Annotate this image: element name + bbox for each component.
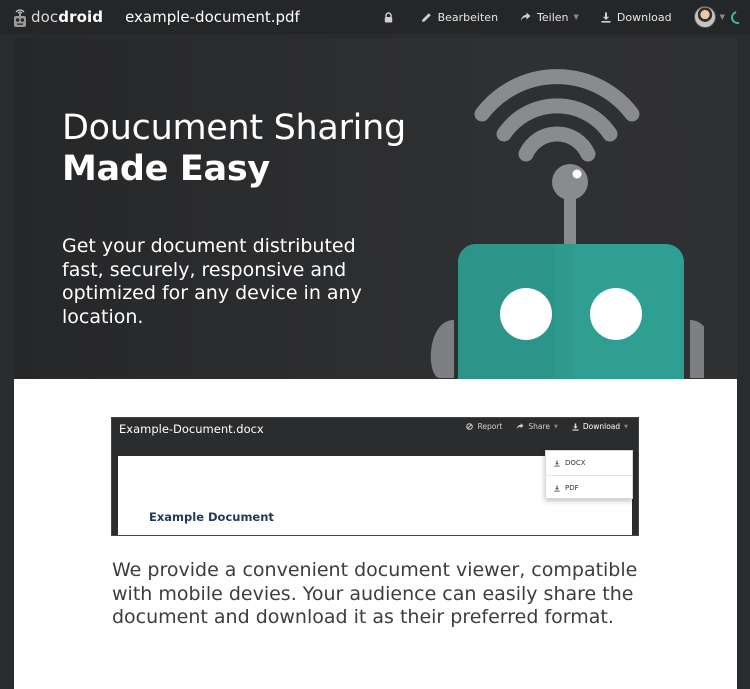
preview-report-button[interactable]: Report [466,422,502,431]
download-button[interactable]: Download [601,11,672,24]
preview-share-label: Share [528,422,550,431]
hero-section: Doucument Sharing Made Easy Get your doc… [14,38,737,379]
download-dropdown-menu: DOCX PDF [545,450,633,499]
edit-label: Bearbeiten [437,10,499,24]
spinner-icon [728,8,747,26]
viewer-preview: Example-Document.docx Report Share ▼ Dow… [111,417,639,536]
robot-wifi-illustration [430,69,704,379]
dropdown-item-pdf[interactable]: PDF [546,476,632,500]
robot-logo-icon [14,9,26,27]
header-actions: Bearbeiten Teilen ▼ Download ▼ [384,0,750,34]
pencil-icon [421,12,431,22]
download-label: Download [616,10,672,24]
share-label: Teilen [537,10,569,24]
wifi-arc-inner [518,126,596,162]
download-icon [601,12,611,23]
download-icon [572,423,579,431]
share-arrow-icon [517,423,524,430]
top-navigation-bar: docdroid example-document.pdf Bearbeiten… [0,0,750,34]
robot-left-eye [500,288,552,340]
report-icon [466,423,474,430]
download-icon [554,485,560,492]
robot-left-ear [430,320,454,378]
hero-title-line2: Made Easy [62,149,270,189]
hero-title-line1: Doucument Sharing [62,108,406,148]
hero-text: Get your document distributed fast, secu… [62,235,362,328]
lock-icon [384,11,392,22]
share-arrow-icon [520,12,531,21]
lock-button[interactable] [384,11,399,23]
logo-text: docdroid [31,8,104,26]
share-button[interactable]: Teilen ▼ [520,11,579,24]
antenna-ball [552,164,588,200]
preview-download-label: Download [582,422,621,431]
dropdown-item-label: DOCX [565,459,586,467]
hero-title: Doucument Sharing Made Easy [62,108,406,190]
landing-page: Doucument Sharing Made Easy Get your doc… [14,38,737,689]
chevron-down-icon[interactable]: ▼ [720,13,725,21]
antenna-highlight [572,169,582,179]
docdroid-logo[interactable]: docdroid [12,6,103,28]
robot-right-eye [590,288,642,340]
preview-document-heading: Example Document [149,510,274,524]
chevron-down-icon: ▼ [554,423,558,430]
dropdown-item-docx[interactable]: DOCX [546,451,632,475]
preview-nav: Report Share ▼ Download ▼ [452,422,628,431]
dropdown-item-label: PDF [565,484,579,492]
preview-share-button[interactable]: Share ▼ [516,422,558,431]
antenna-stick [564,192,576,247]
preview-report-label: Report [477,422,503,431]
feature-description: We provide a convenient document viewer,… [112,559,638,628]
robot-right-ear [690,320,704,378]
download-icon [554,460,560,467]
chevron-down-icon: ▼ [624,423,628,430]
chevron-down-icon: ▼ [573,13,579,21]
user-avatar[interactable] [693,6,716,28]
edit-button[interactable]: Bearbeiten [421,11,498,24]
document-title: example-document.pdf [125,8,300,26]
preview-document-title: Example-Document.docx [119,422,264,436]
preview-download-button[interactable]: Download ▼ [572,422,628,431]
